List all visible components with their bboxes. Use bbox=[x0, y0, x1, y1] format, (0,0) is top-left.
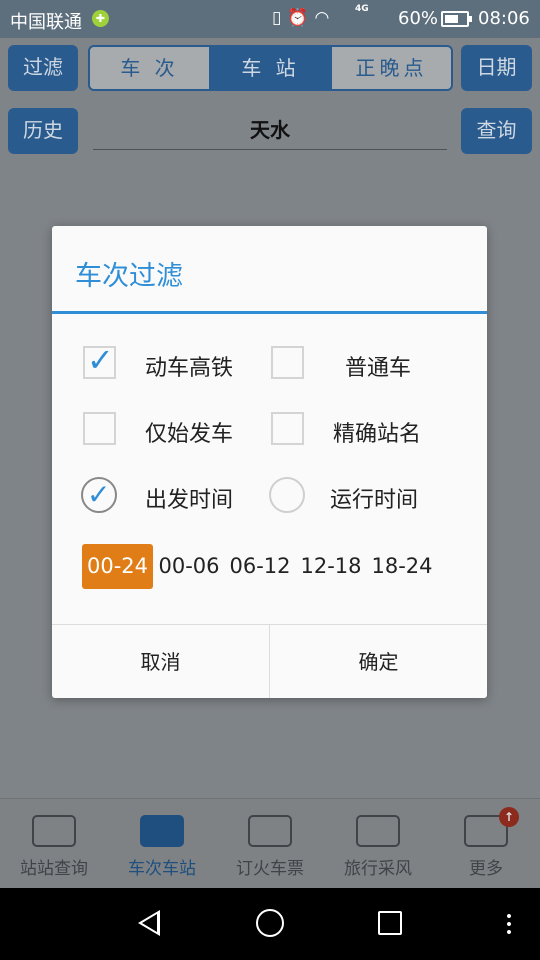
status-icons: ▯⏰◠ bbox=[272, 8, 335, 28]
update-badge: ↑ bbox=[498, 807, 519, 827]
option-label: 动车高铁 bbox=[145, 356, 234, 381]
checkmark-icon: ✓ bbox=[87, 341, 114, 379]
checkbox-emu-highspeed[interactable]: ✓ bbox=[83, 342, 116, 379]
briefcase-icon bbox=[140, 815, 184, 847]
history-button[interactable]: 历史 bbox=[8, 108, 78, 154]
time-range-00-24[interactable]: 00-24 bbox=[82, 544, 153, 589]
option-label: 运行时间 bbox=[330, 488, 419, 513]
overflow-menu-icon[interactable] bbox=[507, 912, 511, 936]
nav-label: 旅行采风 bbox=[344, 859, 412, 879]
station-input[interactable]: 天水 bbox=[93, 110, 447, 150]
option-label: 仅始发车 bbox=[145, 422, 234, 447]
option-label: 普通车 bbox=[345, 356, 412, 381]
checkbox-origin-only[interactable] bbox=[83, 412, 116, 445]
tab-train-number[interactable]: 车 次 bbox=[90, 47, 209, 89]
tab-station[interactable]: 车 站 bbox=[209, 47, 330, 89]
system-nav-bar bbox=[0, 888, 540, 960]
battery-percent: 60% bbox=[398, 8, 439, 29]
time-range-00-06[interactable]: 00-06 bbox=[155, 544, 223, 589]
nav-label: 订火车票 bbox=[236, 859, 304, 879]
checkbox-exact-station[interactable] bbox=[271, 412, 304, 445]
tab-punctuality[interactable]: 正晚点 bbox=[330, 47, 451, 89]
dialog-footer: 取消 确定 bbox=[52, 624, 487, 698]
ticket-icon bbox=[248, 815, 292, 847]
wifi-icon: ◠ bbox=[314, 8, 336, 28]
alarm-icon: ⏰ bbox=[287, 8, 315, 28]
recent-apps-icon[interactable] bbox=[378, 911, 402, 935]
title-divider bbox=[52, 311, 487, 314]
nav-label: 车次车站 bbox=[128, 859, 196, 879]
time-range-06-12[interactable]: 06-12 bbox=[226, 544, 294, 589]
confirm-button[interactable]: 确定 bbox=[269, 625, 487, 698]
time-range-12-18[interactable]: 12-18 bbox=[297, 544, 365, 589]
carrier-name: 中国联通 bbox=[10, 12, 82, 33]
back-icon[interactable] bbox=[138, 910, 160, 936]
nav-item-train-station[interactable]: 车次车站 bbox=[108, 799, 216, 888]
date-button[interactable]: 日期 bbox=[461, 45, 532, 91]
train-filter-dialog: 车次过滤 ✓ 动车高铁 普通车 仅始发车 精确站名 ✓ 出发时间 运行时间 00… bbox=[52, 226, 487, 698]
filter-button[interactable]: 过滤 bbox=[8, 45, 78, 91]
radio-run-time[interactable] bbox=[269, 477, 305, 513]
nav-item-book-ticket[interactable]: 订火车票 bbox=[216, 799, 324, 888]
option-label: 出发时间 bbox=[145, 488, 234, 513]
status-bar: 中国联通 ✚ ▯⏰◠ 4G 60% 08:06 bbox=[0, 0, 540, 38]
dialog-title: 车次过滤 bbox=[75, 261, 183, 292]
cancel-button[interactable]: 取消 bbox=[52, 625, 269, 698]
chat-icon bbox=[356, 815, 400, 847]
radio-departure-time[interactable]: ✓ bbox=[81, 477, 117, 513]
nav-item-station-query[interactable]: 站站查询 bbox=[0, 799, 108, 888]
clock: 08:06 bbox=[478, 8, 530, 29]
option-label: 精确站名 bbox=[333, 422, 422, 447]
bottom-nav: 站站查询 车次车站 订火车票 旅行采风 ↑ 更多 bbox=[0, 798, 540, 888]
network-type: 4G bbox=[355, 4, 369, 14]
time-range-18-24[interactable]: 18-24 bbox=[368, 544, 436, 589]
vibrate-icon: ▯ bbox=[272, 8, 288, 28]
nav-label: 站站查询 bbox=[20, 859, 88, 879]
train-icon bbox=[32, 815, 76, 847]
nav-item-travel[interactable]: 旅行采风 bbox=[324, 799, 432, 888]
query-button[interactable]: 查询 bbox=[461, 108, 532, 154]
home-icon[interactable] bbox=[256, 909, 284, 937]
carrier-badge-icon: ✚ bbox=[92, 10, 109, 27]
battery-icon bbox=[441, 11, 472, 27]
nav-item-more[interactable]: ↑ 更多 bbox=[432, 799, 540, 888]
checkbox-regular-train[interactable] bbox=[271, 346, 304, 379]
nav-label: 更多 bbox=[469, 859, 503, 879]
checkmark-icon: ✓ bbox=[87, 478, 111, 511]
mode-tabs: 车 次 车 站 正晚点 bbox=[88, 45, 453, 91]
